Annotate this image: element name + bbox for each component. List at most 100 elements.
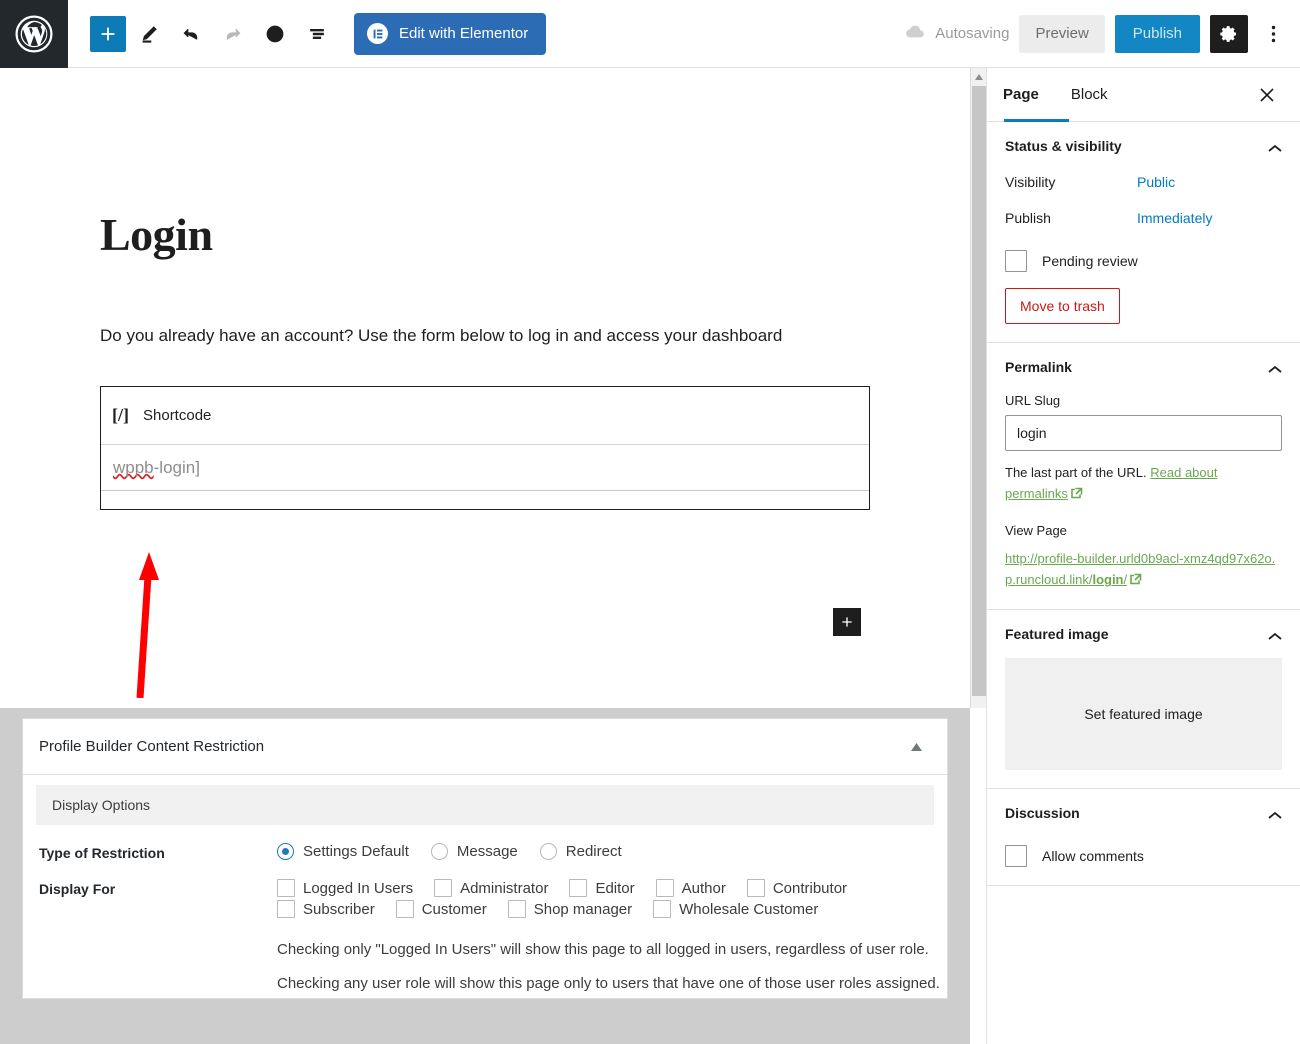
panel-featured-image-header[interactable]: Featured image bbox=[1005, 626, 1282, 642]
checkbox-contributor[interactable]: Contributor bbox=[747, 879, 847, 897]
scrollbar-thumb[interactable] bbox=[972, 86, 986, 696]
allow-comments-checkbox-control[interactable] bbox=[1005, 845, 1027, 867]
display-for-hint-1: Checking only "Logged In Users" will sho… bbox=[277, 936, 947, 964]
settings-gear-icon[interactable] bbox=[1210, 15, 1248, 53]
checkbox-wholesale-customer-control[interactable] bbox=[653, 900, 671, 918]
metabox-body: Display Options Type of Restriction Sett… bbox=[23, 785, 947, 998]
panel-permalink-header[interactable]: Permalink bbox=[1005, 359, 1282, 375]
list-view-icon[interactable] bbox=[298, 15, 336, 53]
view-page-url[interactable]: http://profile-builder.urld0b9acl-xmz4qd… bbox=[1005, 548, 1282, 591]
checkbox-shop-manager[interactable]: Shop manager bbox=[508, 900, 632, 918]
allow-comments-checkbox[interactable]: Allow comments bbox=[1005, 845, 1282, 867]
checkbox-administrator[interactable]: Administrator bbox=[434, 879, 548, 897]
checkbox-administrator-control[interactable] bbox=[434, 879, 452, 897]
shortcode-value-rest: -login] bbox=[154, 458, 200, 477]
checkbox-author[interactable]: Author bbox=[656, 879, 726, 897]
visibility-value-button[interactable]: Public bbox=[1137, 174, 1175, 190]
pending-review-checkbox[interactable]: Pending review bbox=[1005, 250, 1282, 272]
panel-permalink-title: Permalink bbox=[1005, 359, 1072, 375]
checkbox-contributor-control[interactable] bbox=[747, 879, 765, 897]
panel-permalink: Permalink URL Slug The last part of the … bbox=[987, 343, 1300, 610]
display-for-row-2: Subscriber Customer Shop manager bbox=[277, 900, 947, 918]
shortcode-input-row[interactable]: wppb-login] bbox=[101, 445, 869, 491]
autosaving-status: Autosaving bbox=[904, 24, 1009, 44]
checkbox-editor-control[interactable] bbox=[569, 879, 587, 897]
panel-status-visibility-title: Status & visibility bbox=[1005, 138, 1122, 154]
chevron-up-icon[interactable] bbox=[1268, 362, 1282, 372]
checkbox-logged-in-users-label: Logged In Users bbox=[303, 880, 413, 897]
chevron-up-icon[interactable] bbox=[1268, 629, 1282, 639]
metabox-header[interactable]: Profile Builder Content Restriction bbox=[23, 719, 947, 775]
radio-message-label: Message bbox=[457, 843, 518, 860]
checkbox-administrator-label: Administrator bbox=[460, 880, 548, 897]
display-for-options: Logged In Users Administrator Editor bbox=[277, 879, 947, 998]
set-featured-image-button[interactable]: Set featured image bbox=[1005, 658, 1282, 770]
radio-redirect[interactable]: Redirect bbox=[540, 843, 622, 860]
shortcode-misspelled-token: wppb bbox=[113, 458, 154, 477]
checkbox-wholesale-customer[interactable]: Wholesale Customer bbox=[653, 900, 818, 918]
chevron-up-icon[interactable] bbox=[1268, 808, 1282, 818]
checkbox-editor[interactable]: Editor bbox=[569, 879, 634, 897]
view-page-label: View Page bbox=[1005, 523, 1282, 538]
add-block-button[interactable] bbox=[90, 16, 126, 52]
radio-settings-default-control[interactable] bbox=[277, 843, 294, 860]
publish-button[interactable]: Publish bbox=[1115, 15, 1200, 53]
shortcode-block[interactable]: [/] Shortcode wppb-login] bbox=[100, 386, 870, 510]
checkbox-customer-control[interactable] bbox=[396, 900, 414, 918]
shortcode-input-value[interactable]: wppb-login] bbox=[113, 458, 200, 478]
details-info-icon[interactable] bbox=[256, 15, 294, 53]
panel-featured-image-title: Featured image bbox=[1005, 626, 1108, 642]
settings-sidebar: Page Block Status & visibility Visibilit… bbox=[986, 68, 1300, 1044]
wordpress-block-editor: Edit with Elementor Autosaving Preview P… bbox=[0, 0, 1300, 1044]
scroll-up-arrow-icon[interactable] bbox=[971, 68, 986, 85]
redo-icon[interactable] bbox=[214, 15, 252, 53]
page-title[interactable]: Login bbox=[100, 208, 213, 261]
radio-settings-default[interactable]: Settings Default bbox=[277, 843, 409, 860]
edit-pencil-icon[interactable] bbox=[130, 15, 168, 53]
panel-status-visibility: Status & visibility Visibility Public Pu… bbox=[987, 122, 1300, 343]
tab-page[interactable]: Page bbox=[987, 68, 1055, 122]
preview-button[interactable]: Preview bbox=[1019, 15, 1104, 53]
pending-review-checkbox-control[interactable] bbox=[1005, 250, 1027, 272]
checkbox-subscriber-label: Subscriber bbox=[303, 901, 375, 918]
publish-value-button[interactable]: Immediately bbox=[1137, 210, 1212, 226]
radio-redirect-control[interactable] bbox=[540, 843, 557, 860]
visibility-label: Visibility bbox=[1005, 174, 1137, 190]
checkbox-subscriber-control[interactable] bbox=[277, 900, 295, 918]
view-page-url-slug[interactable]: login bbox=[1092, 572, 1123, 587]
view-page-url-suffix[interactable]: / bbox=[1124, 572, 1128, 587]
sidebar-tabs: Page Block bbox=[987, 68, 1300, 122]
checkbox-shop-manager-label: Shop manager bbox=[534, 901, 632, 918]
metabox-collapse-toggle-icon[interactable] bbox=[903, 734, 929, 760]
checkbox-logged-in-users-control[interactable] bbox=[277, 879, 295, 897]
url-slug-input[interactable] bbox=[1005, 415, 1282, 451]
checkbox-shop-manager-control[interactable] bbox=[508, 900, 526, 918]
chevron-up-icon[interactable] bbox=[1268, 141, 1282, 151]
checkbox-subscriber[interactable]: Subscriber bbox=[277, 900, 375, 918]
tab-block[interactable]: Block bbox=[1055, 68, 1124, 122]
checkbox-logged-in-users[interactable]: Logged In Users bbox=[277, 879, 413, 897]
edit-with-elementor-button[interactable]: Edit with Elementor bbox=[354, 13, 546, 55]
radio-message-control[interactable] bbox=[431, 843, 448, 860]
radio-settings-default-label: Settings Default bbox=[303, 843, 409, 860]
permalink-helper-text: The last part of the URL. Read about per… bbox=[1005, 462, 1282, 505]
close-sidebar-icon[interactable] bbox=[1250, 78, 1284, 112]
move-to-trash-button[interactable]: Move to trash bbox=[1005, 288, 1120, 324]
editor-toolbar: Edit with Elementor Autosaving Preview P… bbox=[0, 0, 1300, 68]
metabox-area: Profile Builder Content Restriction Disp… bbox=[0, 708, 970, 1044]
checkbox-author-control[interactable] bbox=[656, 879, 674, 897]
wordpress-logo-icon[interactable] bbox=[0, 0, 68, 68]
annotation-arrow bbox=[118, 546, 178, 698]
shortcode-block-header: [/] Shortcode bbox=[101, 387, 869, 445]
radio-message[interactable]: Message bbox=[431, 843, 518, 860]
panel-discussion-header[interactable]: Discussion bbox=[1005, 805, 1282, 821]
editor-scrollbar[interactable] bbox=[970, 68, 986, 708]
undo-icon[interactable] bbox=[172, 15, 210, 53]
checkbox-customer[interactable]: Customer bbox=[396, 900, 487, 918]
block-appender-button[interactable] bbox=[833, 608, 861, 636]
paragraph-block[interactable]: Do you already have an account? Use the … bbox=[100, 323, 880, 349]
toolbar-right-group: Autosaving Preview Publish bbox=[904, 15, 1300, 53]
panel-status-visibility-header[interactable]: Status & visibility bbox=[1005, 138, 1282, 154]
more-options-icon[interactable] bbox=[1258, 15, 1288, 53]
external-link-icon bbox=[1130, 570, 1142, 582]
